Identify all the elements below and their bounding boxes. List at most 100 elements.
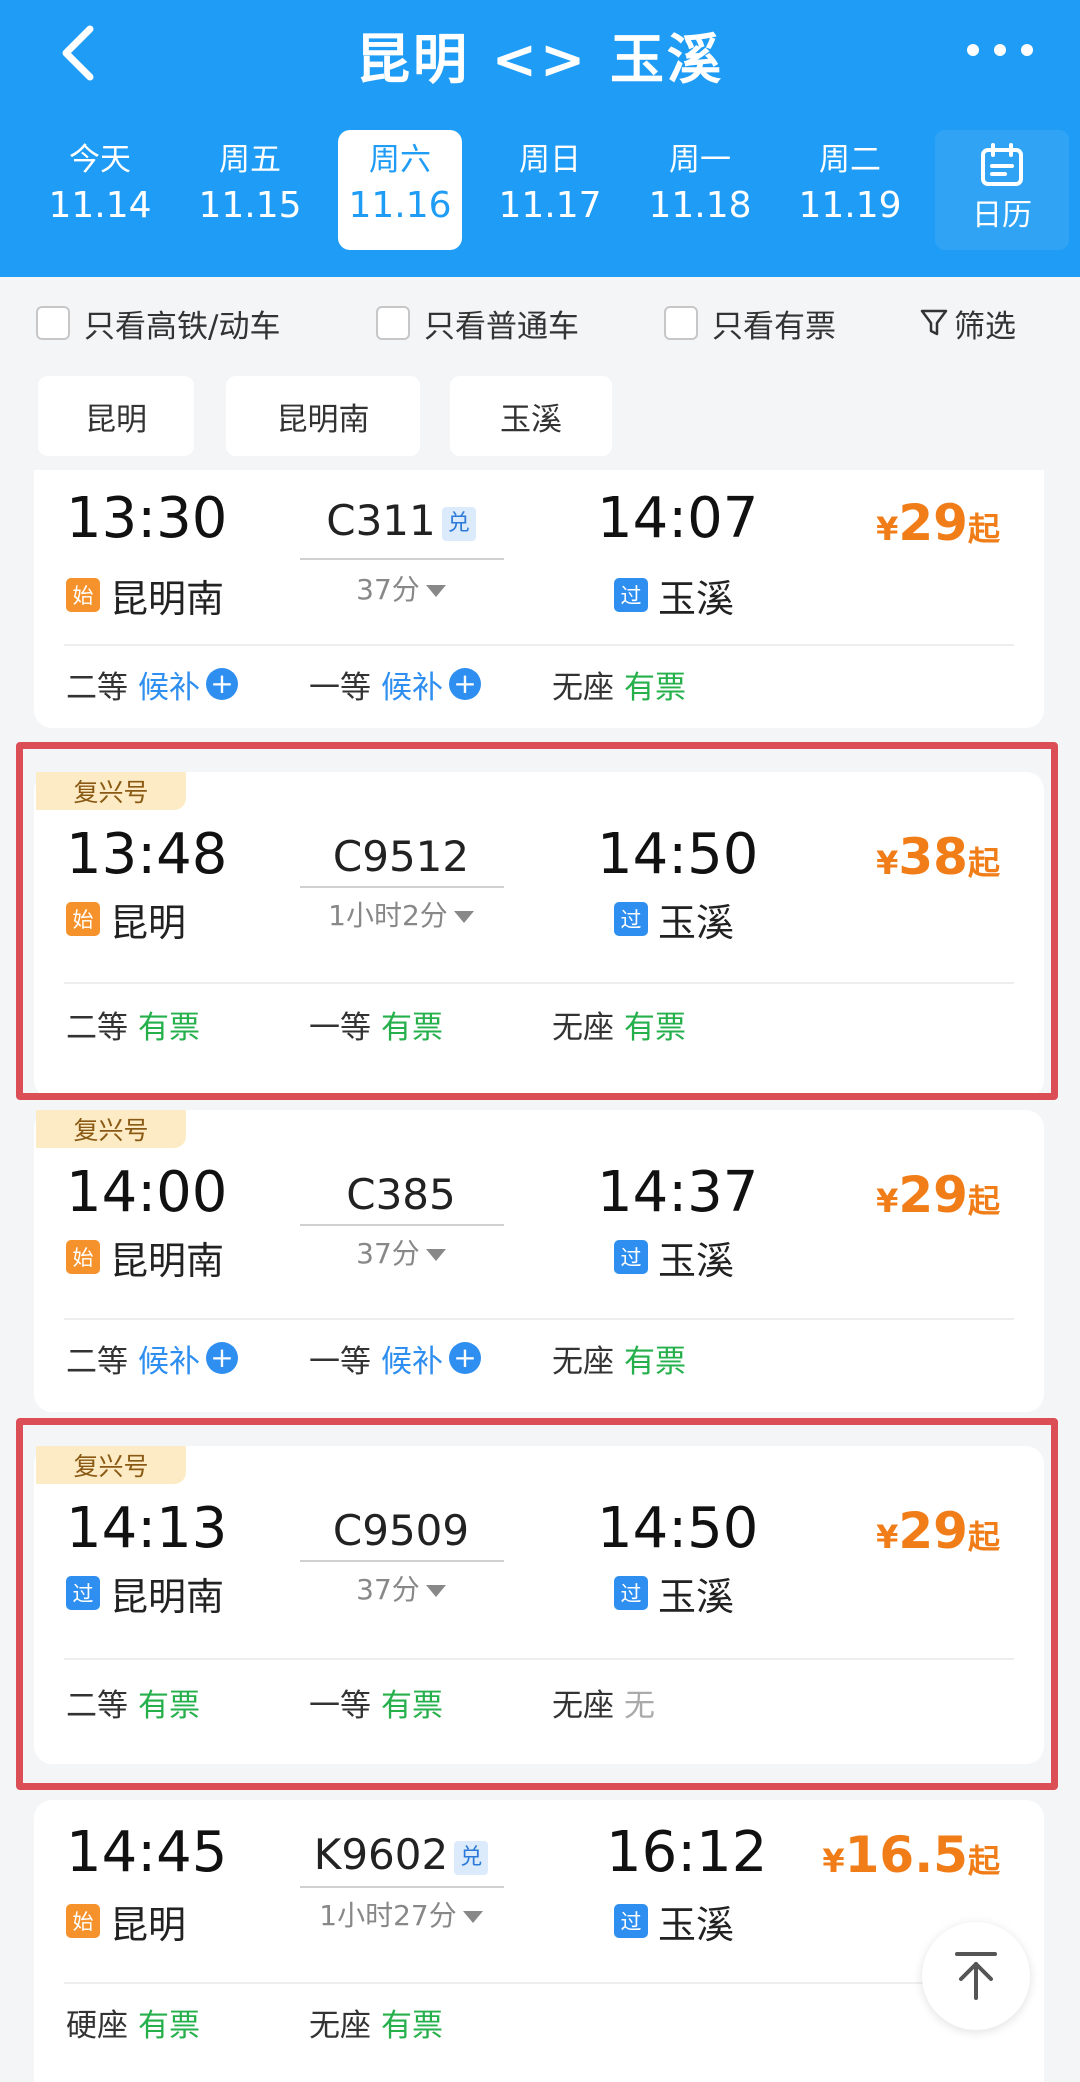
seat-hard-seat[interactable]: 硬座 有票: [66, 1994, 200, 2050]
price: ¥29起: [876, 494, 1000, 552]
seat-no-seat[interactable]: 无座 有票: [552, 656, 686, 712]
date-tab-date: 11.15: [198, 185, 302, 226]
date-tab-1118[interactable]: 周一 11.18: [638, 130, 762, 250]
calendar-icon: [981, 143, 1023, 186]
date-tab-1119[interactable]: 周二 11.19: [788, 130, 912, 250]
seat-status: 无: [624, 1687, 655, 1724]
filter-high-speed-checkbox[interactable]: 只看高铁/动车: [36, 299, 280, 347]
checkbox-box[interactable]: [36, 306, 70, 340]
train-card-c9512[interactable]: 复兴号 13:48 C9512 1小时2分 14:50 始昆明 过玉溪 ¥38起…: [34, 772, 1044, 1098]
station-chip-kunming[interactable]: 昆明: [38, 376, 194, 456]
seat-no-seat[interactable]: 无座 有票: [309, 1994, 443, 2050]
seat-name: 一等: [309, 1687, 371, 1724]
seat-status: 候补: [138, 1343, 200, 1380]
seat-status: 有票: [624, 1343, 686, 1380]
seat-name: 无座: [552, 1009, 614, 1046]
pass-tag: 过: [614, 1240, 648, 1274]
date-tab-1114[interactable]: 今天 11.14: [38, 130, 162, 250]
duration[interactable]: 37分: [296, 1568, 506, 1608]
train-card-c385[interactable]: 复兴号 14:00 C385 37分 14:37 始昆明南 过玉溪 ¥29起 二…: [34, 1110, 1044, 1412]
filter-label: 筛选: [954, 308, 1016, 345]
price: ¥29起: [876, 1502, 1000, 1560]
route-line: [300, 1224, 504, 1226]
seat-second-class[interactable]: 二等 候补 +: [66, 1330, 238, 1386]
price-value: 29: [898, 1502, 968, 1560]
duration[interactable]: 37分: [296, 1232, 506, 1272]
train-card-c9509[interactable]: 复兴号 14:13 C9509 37分 14:50 过昆明南 过玉溪 ¥29起 …: [34, 1446, 1044, 1764]
caret-down-icon: [425, 1585, 446, 1597]
seat-second-class[interactable]: 二等 有票: [66, 996, 200, 1052]
train-card-k9602[interactable]: 14:45 K9602 兑 1小时27分 16:12 始昆明 过玉溪 ¥16.5起…: [34, 1800, 1044, 2082]
arrival-time: 14:07: [597, 486, 759, 551]
pass-tag: 过: [614, 1576, 648, 1610]
duration-text: 37分: [356, 1237, 420, 1270]
filter-available-checkbox[interactable]: 只看有票: [664, 299, 836, 347]
price-currency: ¥: [876, 1518, 899, 1556]
train-number-text: K9602: [313, 1830, 449, 1879]
seat-name: 无座: [309, 2007, 371, 2044]
scroll-to-top-button[interactable]: [922, 1922, 1030, 2030]
caret-down-icon: [462, 1911, 483, 1923]
date-tab-1117[interactable]: 周日 11.17: [488, 130, 612, 250]
seat-name: 二等: [66, 1687, 128, 1724]
seat-no-seat[interactable]: 无座无: [552, 1674, 655, 1730]
back-button[interactable]: [48, 18, 108, 88]
date-tab-1115[interactable]: 周五 11.15: [188, 130, 312, 250]
departure-station: 始昆明: [66, 894, 186, 945]
seat-status: 有票: [624, 1009, 686, 1046]
date-tab-date: 11.17: [498, 185, 602, 226]
station-chip-yuxi[interactable]: 玉溪: [450, 376, 612, 456]
seat-no-seat[interactable]: 无座 有票: [552, 996, 686, 1052]
price-currency: ¥: [876, 844, 899, 882]
fuxing-badge: 复兴号: [36, 1110, 186, 1148]
seat-first-class[interactable]: 一等 候补 +: [309, 1330, 481, 1386]
filter-normal-checkbox[interactable]: 只看普通车: [376, 299, 579, 347]
station-chip-kunming-south[interactable]: 昆明南: [226, 376, 420, 456]
arrival-station-name: 玉溪: [658, 1902, 735, 1947]
price-suffix: 起: [967, 1842, 1000, 1880]
seat-row: 二等 候补 + 一等 候补 + 无座 有票: [66, 656, 1014, 712]
calendar-button[interactable]: 日历: [935, 130, 1069, 250]
plus-icon[interactable]: +: [449, 1342, 481, 1374]
duration[interactable]: 37分: [296, 568, 506, 608]
seat-status: 候补: [381, 669, 443, 706]
plus-icon[interactable]: +: [449, 668, 481, 700]
filter-button[interactable]: 筛选: [920, 299, 1016, 347]
start-tag: 始: [66, 1904, 100, 1938]
date-tab-1116[interactable]: 周六 11.16: [338, 130, 462, 250]
checkbox-box[interactable]: [664, 306, 698, 340]
more-button[interactable]: [952, 20, 1048, 80]
departure-time: 14:13: [66, 1496, 228, 1561]
seat-first-class[interactable]: 一等 有票: [309, 996, 443, 1052]
duration[interactable]: 1小时2分: [296, 894, 506, 934]
pass-tag: 过: [614, 1904, 648, 1938]
price: ¥16.5起: [822, 1826, 1000, 1884]
train-number: C9509: [296, 1506, 506, 1555]
seat-second-class[interactable]: 二等 候补 +: [66, 656, 238, 712]
seat-second-class[interactable]: 二等 有票: [66, 1674, 200, 1730]
train-card-c311[interactable]: 13:30 C311 兑 37分 14:07 始昆明南 过玉溪 ¥29起 二等 候补…: [34, 470, 1044, 728]
seat-no-seat[interactable]: 无座 有票: [552, 1330, 686, 1386]
seat-status: 候补: [381, 1343, 443, 1380]
duration[interactable]: 1小时27分: [296, 1894, 506, 1934]
plus-icon[interactable]: +: [206, 668, 238, 700]
departure-time: 13:48: [66, 822, 228, 887]
pass-tag: 过: [614, 578, 648, 612]
date-tab-weekday: 今天: [69, 142, 131, 178]
train-number: C385: [296, 1170, 506, 1219]
checkbox-box[interactable]: [376, 306, 410, 340]
divider: [64, 1318, 1014, 1320]
arrival-time: 14:50: [597, 1496, 759, 1561]
seat-first-class[interactable]: 一等 候补 +: [309, 656, 481, 712]
train-number: K9602 兑: [296, 1830, 506, 1879]
date-tab-date: 11.19: [798, 185, 902, 226]
plus-icon[interactable]: +: [206, 1342, 238, 1374]
pass-tag: 过: [614, 902, 648, 936]
seat-status: 有票: [624, 669, 686, 706]
seat-status: 有票: [138, 1687, 200, 1724]
price-suffix: 起: [967, 1182, 1000, 1220]
seat-first-class[interactable]: 一等 有票: [309, 1674, 443, 1730]
exchange-badge: 兑: [454, 1840, 489, 1875]
departure-station-name: 昆明: [110, 1902, 187, 1947]
divider: [64, 982, 1014, 984]
